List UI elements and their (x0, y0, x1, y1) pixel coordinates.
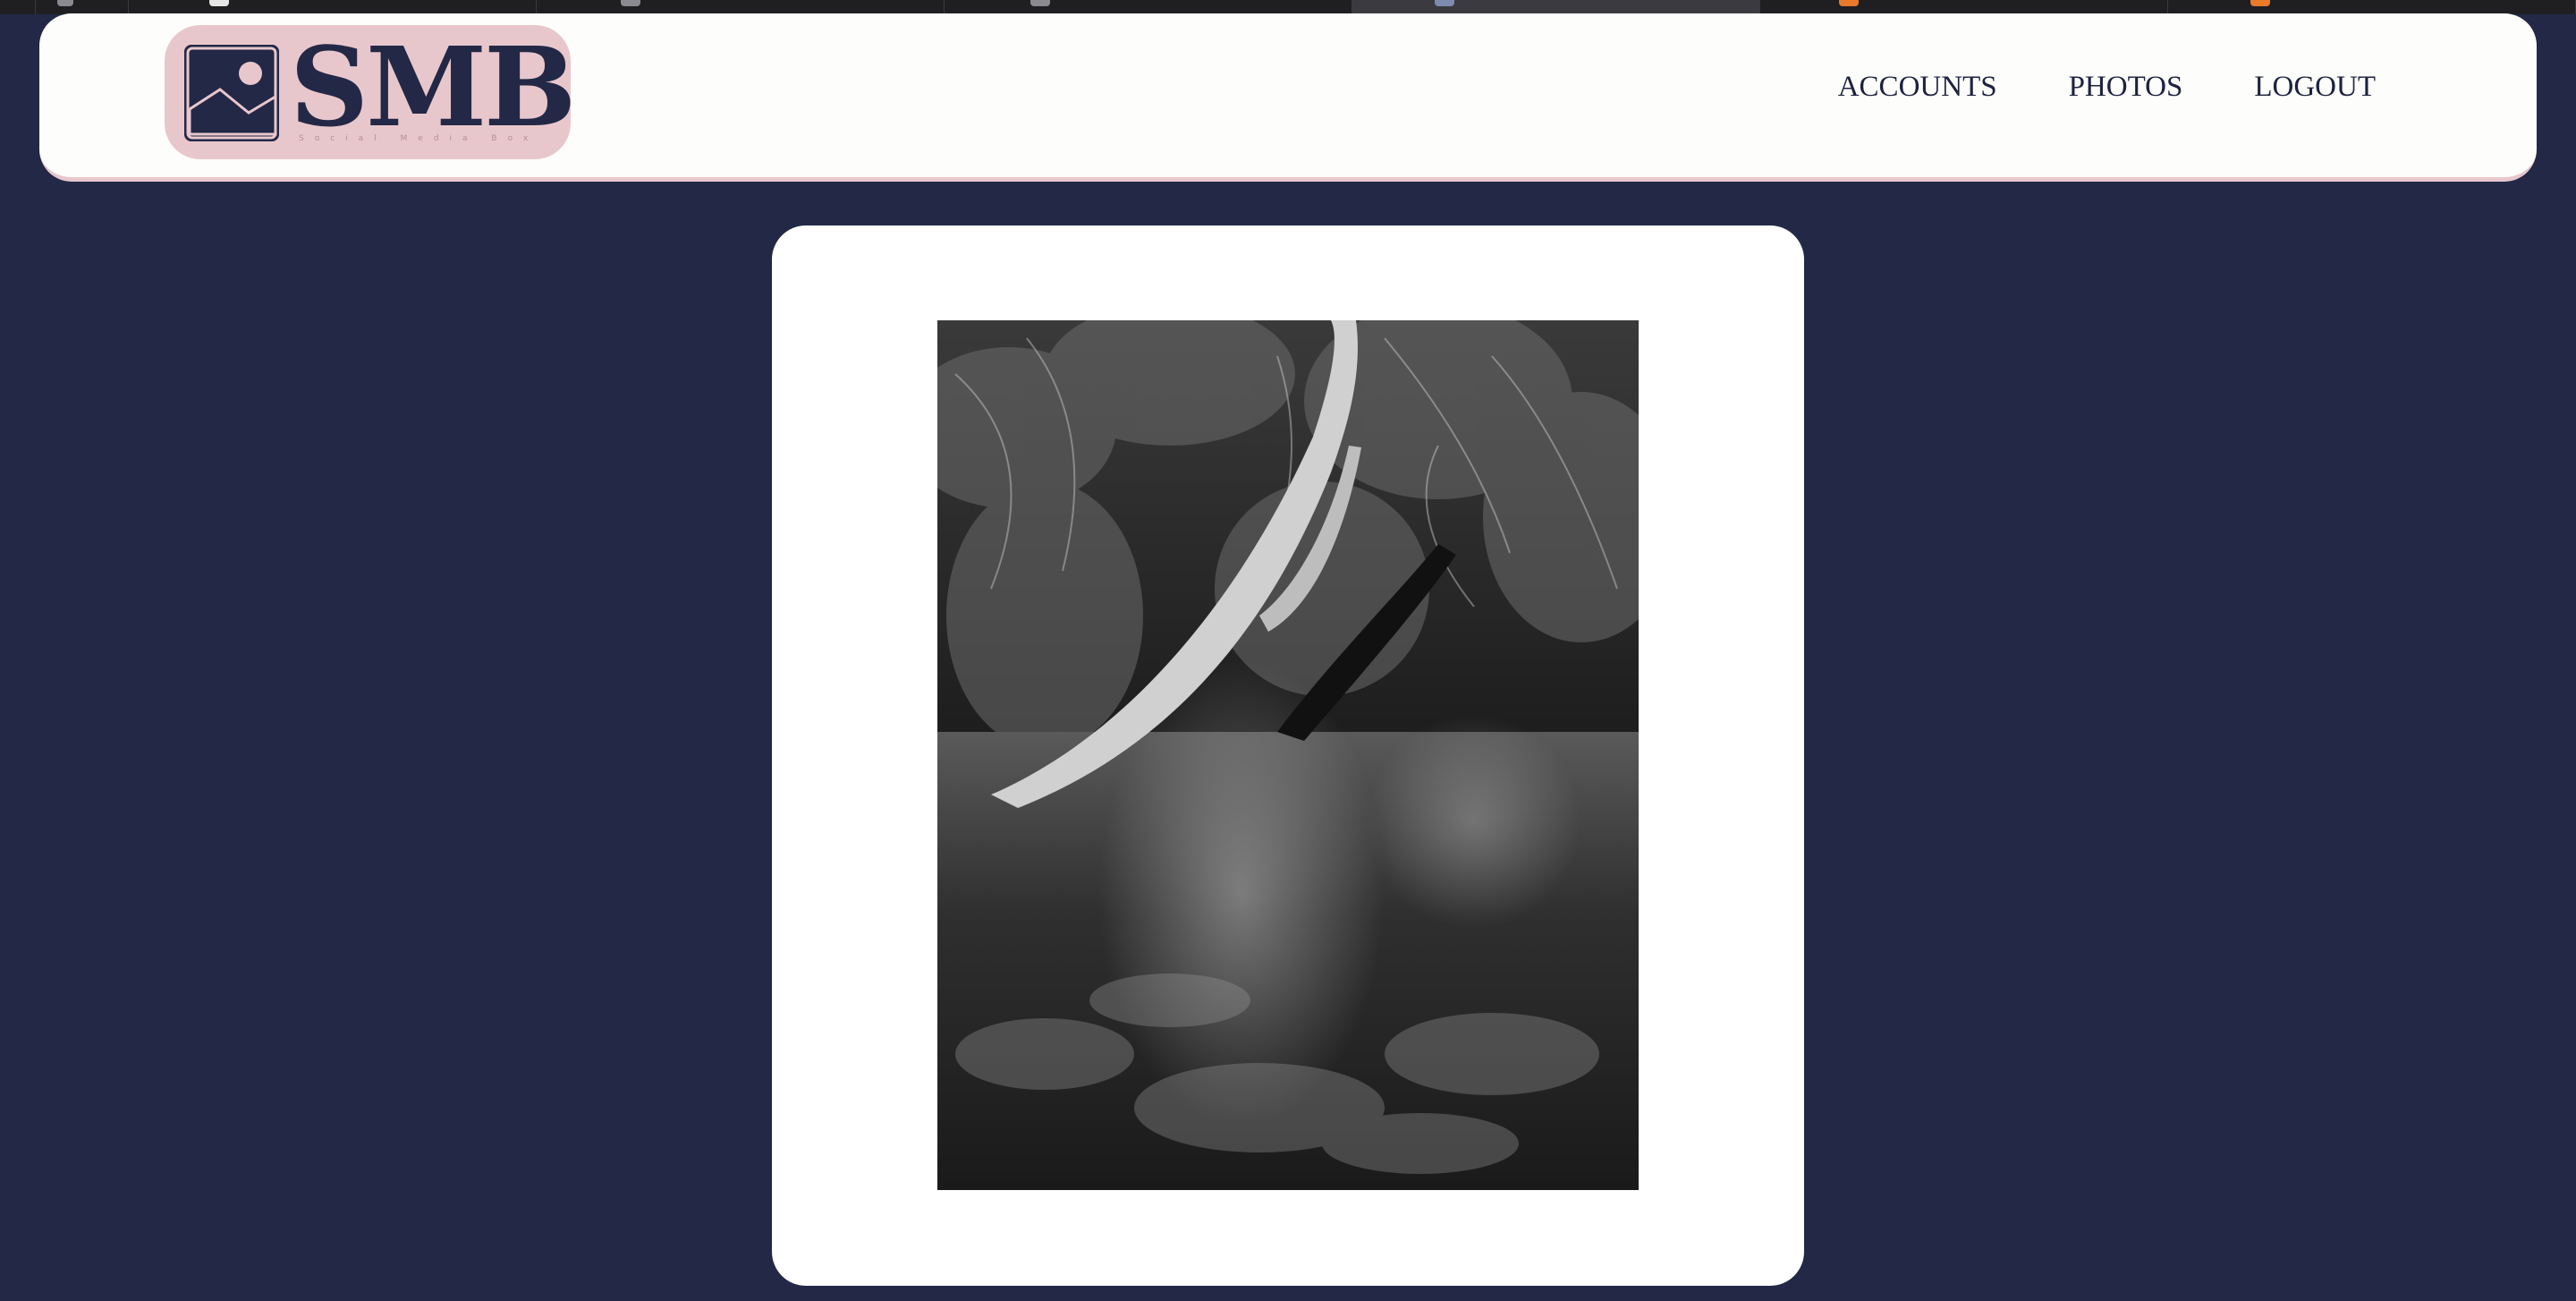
main-nav: ACCOUNTS PHOTOS LOGOUT (1838, 71, 2376, 104)
generic-icon (621, 0, 640, 6)
browser-tab[interactable] (945, 0, 1352, 14)
nav-photos-link[interactable]: PHOTOS (2069, 71, 2183, 104)
orange-icon (2250, 0, 2270, 6)
generic-icon (57, 0, 73, 6)
nav-accounts-link[interactable]: ACCOUNTS (1838, 71, 1997, 104)
browser-tab[interactable] (537, 0, 945, 14)
photo-card (772, 225, 1804, 1286)
browser-tab[interactable] (36, 0, 129, 14)
browser-tab[interactable] (129, 0, 537, 14)
site-logo[interactable]: SMB Social Media Box (165, 22, 576, 159)
browser-tab[interactable] (2168, 0, 2576, 14)
browser-tab[interactable] (1760, 0, 2168, 14)
browser-tab[interactable] (0, 0, 36, 14)
generic-icon (1030, 0, 1050, 6)
logo-wordmark: SMB (290, 22, 576, 151)
browser-tab-active[interactable] (1352, 0, 1760, 14)
image-icon (184, 45, 279, 141)
logo-tagline: Social Media Box (299, 134, 539, 143)
browser-tab-strip (0, 0, 2576, 14)
facebook-icon (209, 0, 229, 6)
orange-icon (1839, 0, 1859, 6)
generic-icon (1435, 0, 1454, 6)
site-header: SMB Social Media Box ACCOUNTS PHOTOS LOG… (39, 13, 2537, 182)
photo-image[interactable] (937, 320, 1639, 1190)
nav-logout-link[interactable]: LOGOUT (2254, 71, 2376, 104)
